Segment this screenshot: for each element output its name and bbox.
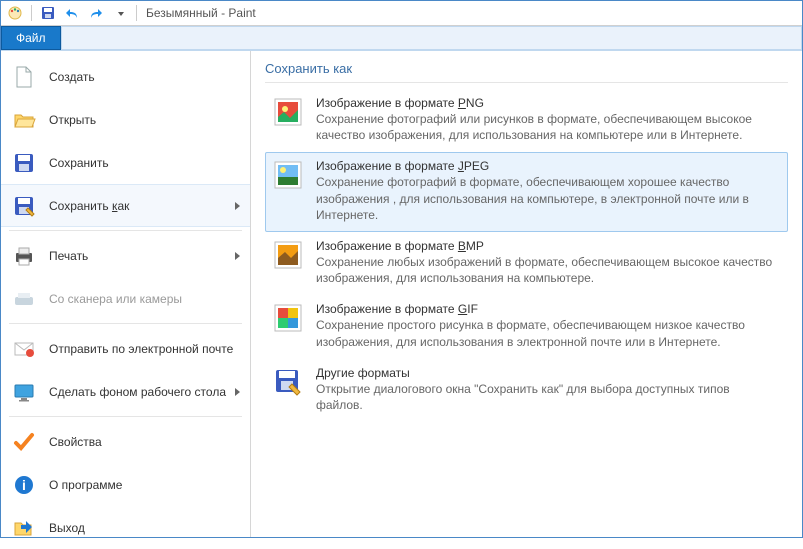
menu-label: Выход (49, 521, 85, 535)
app-icon[interactable] (4, 2, 26, 24)
undo-button[interactable] (61, 2, 83, 24)
gif-icon (272, 302, 304, 334)
separator (9, 323, 242, 324)
save-as-icon (11, 193, 37, 219)
format-title: Изображение в формате PNG (316, 96, 775, 110)
menu-label: Сделать фоном рабочего стола (49, 385, 226, 399)
menu-label: О программе (49, 478, 122, 492)
menu-print[interactable]: Печать (1, 234, 250, 277)
bmp-icon (272, 239, 304, 271)
file-menu-panel: Создать Открыть Сохранить Сохранить как (1, 50, 802, 537)
menu-label: Свойства (49, 435, 102, 449)
menu-send-email[interactable]: Отправить по электронной почте (1, 327, 250, 370)
format-title: Другие форматы (316, 366, 775, 380)
svg-text:i: i (22, 477, 26, 493)
chevron-right-icon (235, 202, 240, 210)
menu-label: Печать (49, 249, 88, 263)
panel-header: Сохранить как (265, 61, 788, 83)
title-bar: Безымянный - Paint (1, 1, 802, 26)
separator (31, 5, 32, 21)
desktop-icon (11, 379, 37, 405)
format-other[interactable]: Другие форматы Открытие диалогового окна… (265, 359, 788, 422)
png-icon (272, 96, 304, 128)
chevron-right-icon (235, 388, 240, 396)
file-tab[interactable]: Файл (1, 26, 61, 50)
format-bmp[interactable]: Изображение в формате BMP Сохранение люб… (265, 232, 788, 295)
menu-wallpaper[interactable]: Сделать фоном рабочего стола (1, 370, 250, 413)
format-desc: Сохранение любых изображений в формате, … (316, 254, 775, 286)
menu-create[interactable]: Создать (1, 55, 250, 98)
folder-open-icon (11, 107, 37, 133)
printer-icon (11, 243, 37, 269)
menu-save-as[interactable]: Сохранить как (1, 184, 250, 227)
save-button[interactable] (37, 2, 59, 24)
format-desc: Сохранение фотографий в формате, обеспеч… (316, 174, 775, 223)
format-title: Изображение в формате JPEG (316, 159, 775, 173)
menu-save[interactable]: Сохранить (1, 141, 250, 184)
window-title: Безымянный - Paint (146, 6, 256, 20)
format-jpeg[interactable]: Изображение в формате JPEG Сохранение фо… (265, 152, 788, 232)
info-icon: i (11, 472, 37, 498)
format-desc: Открытие диалогового окна "Сохранить как… (316, 381, 775, 413)
scanner-icon (11, 286, 37, 312)
format-gif[interactable]: Изображение в формате GIF Сохранение про… (265, 295, 788, 358)
menu-label: Сохранить как (49, 199, 129, 213)
jpeg-icon (272, 159, 304, 191)
menu-label: Со сканера или камеры (49, 292, 182, 306)
format-desc: Сохранение фотографий или рисунков в фор… (316, 111, 775, 143)
checkmark-icon (11, 429, 37, 455)
exit-icon (11, 515, 37, 541)
quick-access-toolbar (4, 2, 140, 24)
save-icon (11, 150, 37, 176)
ribbon-tabs: Файл (1, 26, 802, 50)
separator (9, 230, 242, 231)
qat-customize[interactable] (109, 2, 131, 24)
menu-about[interactable]: i О программе (1, 463, 250, 506)
format-desc: Сохранение простого рисунка в формате, о… (316, 317, 775, 349)
separator (9, 416, 242, 417)
menu-scanner: Со сканера или камеры (1, 277, 250, 320)
menu-label: Отправить по электронной почте (49, 342, 233, 356)
menu-properties[interactable]: Свойства (1, 420, 250, 463)
new-file-icon (11, 64, 37, 90)
mail-icon (11, 336, 37, 362)
menu-label: Сохранить (49, 156, 109, 170)
file-menu-left: Создать Открыть Сохранить Сохранить как (1, 51, 251, 537)
chevron-right-icon (235, 252, 240, 260)
redo-button[interactable] (85, 2, 107, 24)
format-title: Изображение в формате BMP (316, 239, 775, 253)
menu-label: Открыть (49, 113, 96, 127)
menu-label: Создать (49, 70, 95, 84)
menu-exit[interactable]: Выход (1, 506, 250, 549)
ribbon-area (61, 26, 802, 50)
format-png[interactable]: Изображение в формате PNG Сохранение фот… (265, 89, 788, 152)
save-as-dialog-icon (272, 366, 304, 398)
save-as-panel: Сохранить как Изображение в формате PNG … (251, 51, 802, 537)
format-title: Изображение в формате GIF (316, 302, 775, 316)
menu-open[interactable]: Открыть (1, 98, 250, 141)
separator (136, 5, 137, 21)
